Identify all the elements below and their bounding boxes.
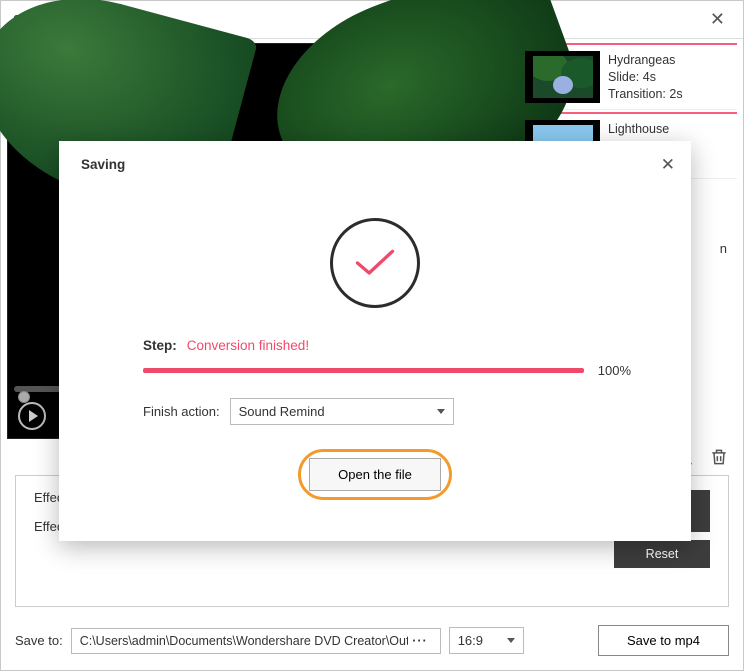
chevron-down-icon xyxy=(437,409,445,414)
slide-meta: Hydrangeas Slide: 4s Transition: 2s xyxy=(608,51,683,103)
slide-name: Lighthouse xyxy=(608,122,669,136)
step-message: Conversion finished! xyxy=(187,338,309,353)
save-to-label: Save to: xyxy=(15,633,63,648)
modal-title: Saving xyxy=(81,157,669,172)
finish-action-label: Finish action: xyxy=(143,404,220,419)
slide-item[interactable]: Hydrangeas Slide: 4s Transition: 2s xyxy=(521,43,737,110)
bottom-bar: Save to: C:\Users\admin\Documents\Wonder… xyxy=(1,615,743,670)
save-to-mp4-button[interactable]: Save to mp4 xyxy=(598,625,729,656)
slide-transition: Transition: 2s xyxy=(608,87,683,101)
chevron-down-icon xyxy=(507,638,515,643)
open-the-file-button[interactable]: Open the file xyxy=(309,458,441,491)
slide-duration: Slide: 4s xyxy=(608,70,683,84)
window-close-button[interactable]: ✕ xyxy=(704,7,731,32)
slide-name: Hydrangeas xyxy=(608,53,683,67)
partial-hidden-text: n xyxy=(720,241,727,256)
output-path-box[interactable]: C:\Users\admin\Documents\Wondershare DVD… xyxy=(71,628,441,654)
browse-path-button[interactable]: ··· xyxy=(408,634,432,648)
saving-modal: Saving ✕ Step: Conversion finished! 100%… xyxy=(59,141,691,541)
reset-button[interactable]: Reset xyxy=(614,540,710,568)
check-icon xyxy=(352,248,398,278)
modal-close-button[interactable]: ✕ xyxy=(661,155,675,175)
step-row: Step: Conversion finished! xyxy=(143,338,607,353)
success-check-circle xyxy=(330,218,420,308)
open-file-highlight: Open the file xyxy=(298,449,452,500)
trash-icon[interactable] xyxy=(709,447,729,467)
play-icon xyxy=(29,410,38,422)
step-label: Step: xyxy=(143,338,177,353)
preview-progress-handle[interactable] xyxy=(18,391,30,403)
aspect-ratio-select[interactable]: 16:9 xyxy=(449,627,524,654)
play-button[interactable] xyxy=(18,402,46,430)
output-path-text: C:\Users\admin\Documents\Wondershare DVD… xyxy=(80,634,409,648)
slide-thumbnail xyxy=(525,51,600,103)
progress-bar xyxy=(143,368,584,373)
finish-action-value: Sound Remind xyxy=(239,404,325,419)
finish-action-row: Finish action: Sound Remind xyxy=(143,398,669,425)
progress-percent: 100% xyxy=(598,363,631,378)
open-file-wrap: Open the file xyxy=(81,449,669,500)
aspect-ratio-value: 16:9 xyxy=(458,633,483,648)
finish-action-select[interactable]: Sound Remind xyxy=(230,398,454,425)
progress-row: 100% xyxy=(143,363,631,378)
